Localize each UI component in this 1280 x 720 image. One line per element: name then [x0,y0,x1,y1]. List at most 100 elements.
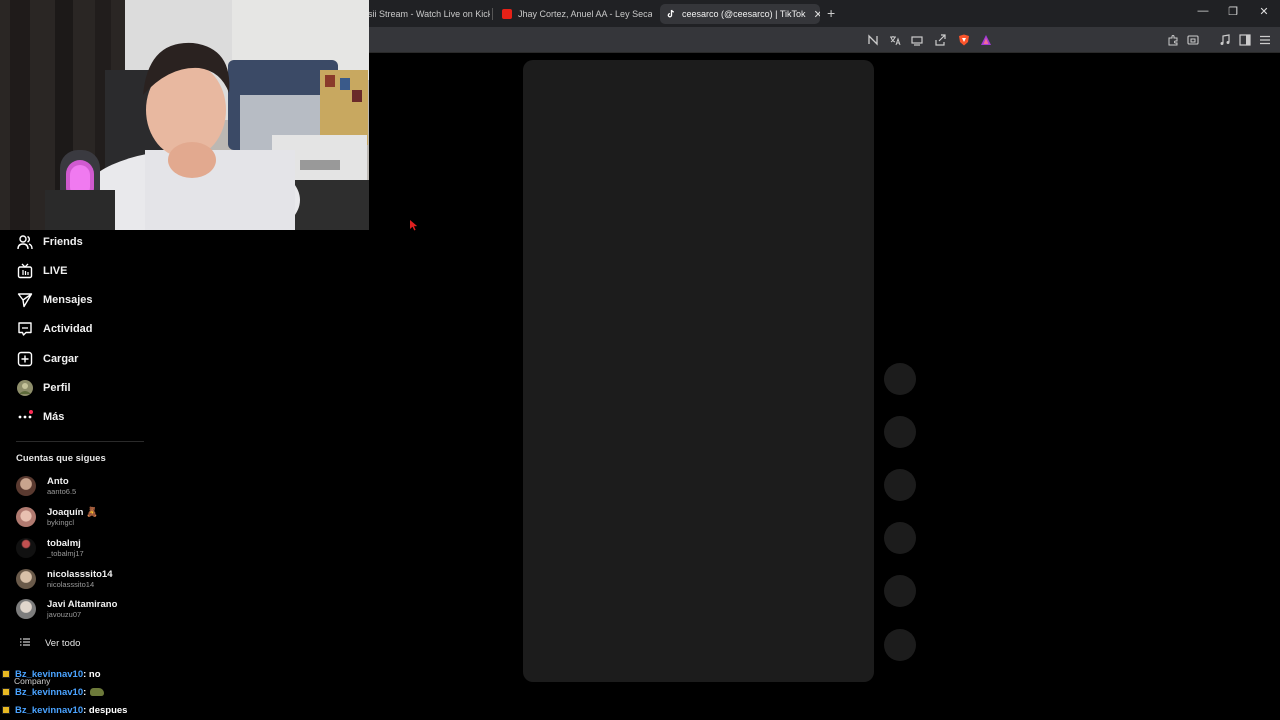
account-handle: bykingcl [47,518,75,527]
notification-dot [29,409,33,414]
account-handle: nicolasssito14 [47,580,95,589]
chat-badge-icon [2,688,10,696]
sidebar-item-label: Perfil [43,382,71,394]
sidebar-item-upload[interactable]: Cargar [16,348,78,370]
chat-text: : [83,686,87,698]
avatar [16,476,36,496]
tab-kick[interactable]: sii Stream - Watch Live on Kick [362,4,490,24]
like-button[interactable] [884,363,916,395]
window-close-icon[interactable]: ✕ [1254,5,1274,18]
account-name: Joaquín 🧸 [47,507,98,518]
sidebar-item-label: Friends [43,236,83,248]
mouse-cursor-icon [410,220,418,231]
followed-account-item[interactable]: Javi Altamirano javouzu07 [16,596,117,622]
avatar [16,569,36,589]
cast-icon[interactable] [911,34,923,46]
tab-title: sii Stream - Watch Live on Kick [368,9,490,19]
account-text: Anto aanto6.5 [47,476,76,496]
profile-avatar-icon [16,380,33,397]
sidebar-item-label: Cargar [43,353,79,365]
share-icon[interactable] [934,34,946,46]
account-name: nicolasssito14 [47,569,113,580]
sidebar-item-profile[interactable]: Perfil [16,377,71,399]
tiktok-icon [666,9,676,19]
brave-rewards-icon[interactable] [980,34,992,46]
avatar [16,538,36,558]
account-text: Javi Altamirano javouzu07 [47,599,117,619]
account-name: tobalmj [47,538,81,549]
sidebar-divider [16,441,144,442]
live-tv-icon [16,263,33,280]
stream-chat-overlay: Bz_kevinnav10 : no Company Bz_kevinnav10… [0,666,260,720]
next-video-button[interactable] [884,629,916,661]
sidebar-item-label: LIVE [43,265,68,277]
sidebar-item-more[interactable]: Más [16,406,64,428]
sidebar-item-live[interactable]: LIVE [16,260,67,282]
chat-badge-icon [2,706,10,714]
chat-message: Bz_kevinnav10 : despues [2,703,127,717]
avatar [16,507,36,527]
more-dots-icon [16,409,33,426]
sidebar-item-label: Más [43,411,65,423]
following-section-title: Cuentas que sigues [16,453,106,464]
close-tab-icon[interactable]: ✕ [806,8,820,21]
followed-account-item[interactable]: Anto aanto6.5 [16,473,76,499]
account-name: Javi Altamirano [47,599,118,610]
account-text: tobalmj _tobalmj17 [47,538,84,558]
account-handle: _tobalmj17 [47,549,84,558]
chat-text: : no [83,668,101,680]
video-player-placeholder[interactable] [523,60,874,682]
upload-plus-icon [16,351,33,368]
activity-icon [16,321,33,338]
bookmark-button[interactable] [884,469,916,501]
extensions-icon[interactable] [1167,34,1179,46]
account-text: Joaquín 🧸 bykingcl [47,507,98,527]
sidebar-item-label: Mensajes [43,294,93,306]
chat-username: Bz_kevinnav10 [15,686,84,698]
restore-icon[interactable]: ❐ [1223,5,1243,18]
sidebar-toggle-icon[interactable] [1239,34,1251,46]
tab-title: Jhay Cortez, Anuel AA - Ley Seca (Offi [518,9,652,19]
sidebar-item-messages[interactable]: Mensajes [16,289,93,311]
youtube-icon [502,9,512,19]
followed-account-item[interactable]: Joaquín 🧸 bykingcl [16,504,98,530]
new-tab-button[interactable]: + [827,5,835,21]
chat-message: Bz_kevinnav10 : [2,685,105,699]
account-handle: javouzu07 [47,610,82,619]
sidebar-item-label: Actividad [43,323,93,335]
tab-title: ceesarco (@ceesarco) | TikTok [682,9,806,19]
account-handle: aanto6.5 [47,487,77,496]
comment-button[interactable] [884,416,916,448]
sidebar-item-friends[interactable]: Friends [16,231,83,253]
tab-youtube[interactable]: Jhay Cortez, Anuel AA - Ley Seca (Offi [496,4,652,24]
followed-account-item[interactable]: tobalmj _tobalmj17 [16,535,84,561]
share-button[interactable] [884,522,916,554]
see-all-label: Ver todo [45,637,81,649]
minimize-icon[interactable]: — [1193,5,1213,17]
tiktok-sidebar: Friends LIVE Mensajes Actividad Cargar P… [0,230,160,665]
list-icon [20,634,30,652]
chat-text: : despues [83,704,128,716]
see-all-link[interactable]: Ver todo [20,634,80,652]
sidebar-item-activity[interactable]: Actividad [16,318,93,340]
chat-emote-icon [90,688,105,696]
menu-hamburger-icon[interactable] [1259,34,1271,46]
chat-badge-icon [2,670,10,678]
media-music-icon[interactable] [1219,34,1231,46]
avatar [16,599,36,619]
chat-username: Bz_kevinnav10 [15,704,84,716]
tab-tiktok[interactable]: ceesarco (@ceesarco) | TikTok ✕ [660,4,820,24]
account-text: nicolasssito14 nicolasssito14 [47,569,112,589]
previous-video-button[interactable] [884,575,916,607]
reader-mode-icon[interactable] [867,34,879,46]
webcam-feed-image [0,0,369,230]
wallet-icon[interactable] [1187,34,1199,46]
translate-icon[interactable] [889,34,901,46]
brave-shield-icon[interactable] [958,34,970,46]
tab-separator [492,8,493,20]
webcam-overlay [0,0,369,230]
account-name: Anto [47,476,69,487]
friends-icon [16,234,33,251]
send-icon [16,292,33,309]
followed-account-item[interactable]: nicolasssito14 nicolasssito14 [16,566,112,592]
